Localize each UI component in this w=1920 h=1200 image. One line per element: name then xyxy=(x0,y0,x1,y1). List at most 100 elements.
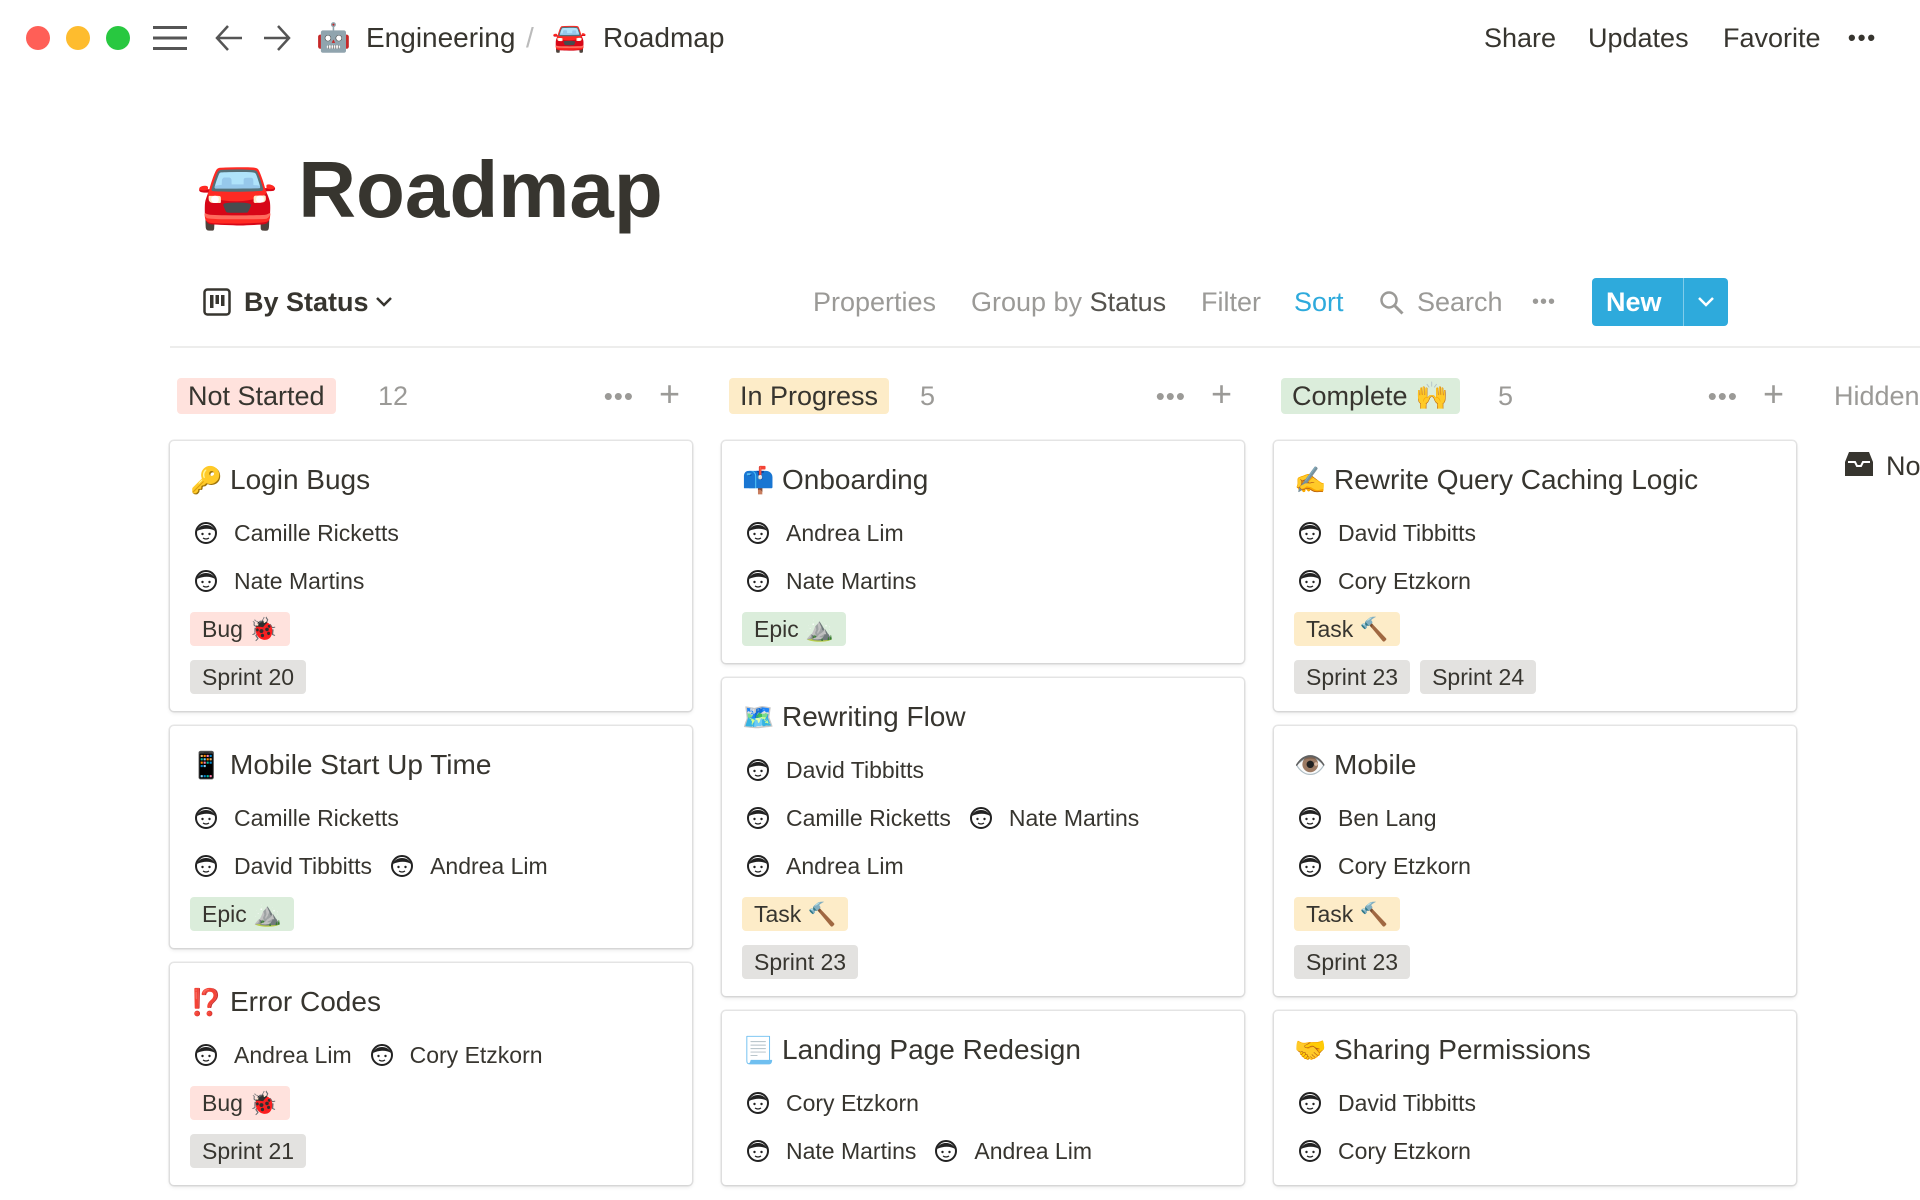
more-options-button[interactable]: ••• xyxy=(1848,20,1877,56)
updates-button[interactable]: Updates xyxy=(1588,20,1689,56)
assignee-row: David Tibbitts xyxy=(1294,1079,1776,1127)
properties-button[interactable]: Properties xyxy=(813,284,936,320)
card-rewriting-flow[interactable]: 🗺️ Rewriting Flow David Tibbitts Camille Ri… xyxy=(722,678,1244,996)
favorite-button[interactable]: Favorite xyxy=(1723,20,1821,56)
new-button-group: New xyxy=(1592,278,1728,326)
type-row: Task 🔨 xyxy=(1294,890,1776,938)
column-more-button[interactable]: ••• xyxy=(1156,378,1186,414)
sprint-row: Sprint 23 xyxy=(1294,938,1776,986)
assignee-name: David Tibbitts xyxy=(1338,519,1477,546)
card-error-codes[interactable]: ⁉️ Error Codes Andrea Lim Cory Etzkorn Bug 🐞… xyxy=(170,963,692,1185)
type-tag-epic: Epic ⛰️ xyxy=(190,897,294,931)
menu-icon[interactable] xyxy=(153,24,187,52)
avatar-icon xyxy=(195,522,217,544)
type-tag-task: Task 🔨 xyxy=(742,897,849,931)
card-title: 🤝 Sharing Permissions xyxy=(1294,1031,1776,1069)
hidden-columns-label: Hidden xyxy=(1834,381,1920,411)
type-tag-task: Task 🔨 xyxy=(1294,897,1401,931)
filter-button[interactable]: Filter xyxy=(1201,284,1261,320)
avatar-icon xyxy=(935,1140,958,1162)
assignee-row: David Tibbitts xyxy=(742,746,1224,794)
hidden-group-no-status[interactable]: No Status xyxy=(1886,448,1920,484)
search-button[interactable]: Search xyxy=(1417,284,1503,320)
view-selector[interactable]: By Status xyxy=(244,284,369,320)
sprint-tag: Sprint 20 xyxy=(190,660,307,694)
assignee-name: Andrea Lim xyxy=(430,852,548,879)
column-add-button[interactable]: + xyxy=(1211,374,1232,414)
assignee-name: Cory Etzkorn xyxy=(409,1041,543,1068)
card-icon: 🤝 xyxy=(1294,1035,1327,1065)
column-status-label[interactable]: Not Started xyxy=(177,378,336,414)
avatar-icon xyxy=(1299,570,1321,592)
assignee-name: David Tibbitts xyxy=(786,756,925,783)
new-dropdown-chevron-icon[interactable] xyxy=(1696,294,1716,310)
assignee-row: Andrea Lim Cory Etzkorn xyxy=(190,1031,672,1079)
breadcrumb-roadmap-icon: 🚘 xyxy=(552,22,587,53)
back-arrow-icon[interactable] xyxy=(214,23,244,53)
column-add-button[interactable]: + xyxy=(659,374,680,414)
card-icon: ✍️ xyxy=(1294,465,1327,495)
card-sharing-permissions[interactable]: 🤝 Sharing Permissions David Tibbitts Cory E… xyxy=(1274,1011,1796,1185)
button-divider xyxy=(1683,278,1684,326)
assignee-row: Cory Etzkorn xyxy=(1294,1127,1776,1175)
assignee-name: Andrea Lim xyxy=(974,1137,1092,1164)
assignee: Cory Etzkorn xyxy=(366,1041,543,1069)
type-row: Epic ⛰️ xyxy=(742,605,1224,653)
card-mobile[interactable]: 👁️ Mobile Ben Lang Cory Etzkorn Task 🔨 Sprint… xyxy=(1274,726,1796,996)
column-header: Complete 🙌 5 ••• + xyxy=(1274,374,1796,418)
card-login-bugs[interactable]: 🔑 Login Bugs Camille Ricketts Nate Martins B… xyxy=(170,441,692,711)
avatar-icon xyxy=(747,1140,769,1162)
card-icon: 🔑 xyxy=(190,465,223,495)
card-title: 📱 Mobile Start Up Time xyxy=(190,746,672,784)
group-by-button[interactable]: Group by Status xyxy=(971,284,1166,320)
assignee-row: Cory Etzkorn xyxy=(1294,557,1776,605)
type-row: Epic ⛰️ xyxy=(190,890,672,938)
search-icon[interactable] xyxy=(1379,290,1405,316)
toolbar-more-button[interactable]: ••• xyxy=(1532,284,1556,320)
chevron-down-icon[interactable] xyxy=(374,294,394,310)
column-in-progress: In Progress 5 ••• + 📫 Onboarding Andrea Li… xyxy=(722,374,1244,1185)
forward-arrow-icon[interactable] xyxy=(262,23,292,53)
share-button[interactable]: Share xyxy=(1484,20,1556,56)
column-more-button[interactable]: ••• xyxy=(1708,378,1738,414)
card-title: 🗺️ Rewriting Flow xyxy=(742,698,1224,736)
assignee: Andrea Lim xyxy=(190,1041,352,1069)
page-icon[interactable]: 🚘 xyxy=(196,157,278,231)
column-complete: Complete 🙌 5 ••• + ✍️ Rewrite Query Cachi… xyxy=(1274,374,1796,1185)
card-title: 📃 Landing Page Redesign xyxy=(742,1031,1224,1069)
assignee-name: Cory Etzkorn xyxy=(1338,567,1471,594)
card-title-text: Mobile xyxy=(1334,749,1417,780)
breadcrumb-engineering[interactable]: Engineering xyxy=(366,20,515,56)
sprint-tag: Sprint 24 xyxy=(1420,660,1537,694)
minimize-window-button[interactable] xyxy=(66,26,90,50)
card-landing-page-redesign[interactable]: 📃 Landing Page Redesign Cory Etzkorn Nate M… xyxy=(722,1011,1244,1185)
column-more-button[interactable]: ••• xyxy=(604,378,634,414)
assignee: Nate Martins xyxy=(742,1137,916,1165)
assignee-name: Camille Ricketts xyxy=(234,804,399,831)
card-title-text: Login Bugs xyxy=(230,464,371,495)
column-status-label[interactable]: Complete 🙌 xyxy=(1281,378,1460,414)
assignee-row: Nate Martins Andrea Lim xyxy=(742,1127,1224,1175)
assignee-row: Nate Martins xyxy=(742,557,1224,605)
new-button[interactable]: New xyxy=(1606,284,1662,320)
column-count: 5 xyxy=(920,381,936,411)
assignee-row: David Tibbitts Andrea Lim xyxy=(190,842,672,890)
type-row: Task 🔨 xyxy=(1294,605,1776,653)
card-onboarding[interactable]: 📫 Onboarding Andrea Lim Nate Martins Epic ⛰️ xyxy=(722,441,1244,663)
assignee-row: Camille Ricketts xyxy=(190,509,672,557)
assignee: David Tibbitts xyxy=(1294,1089,1476,1117)
assignee: Cory Etzkorn xyxy=(1294,1137,1471,1165)
assignee-row: Andrea Lim xyxy=(742,842,1224,890)
breadcrumb-roadmap[interactable]: Roadmap xyxy=(603,20,724,56)
maximize-window-button[interactable] xyxy=(106,26,130,50)
close-window-button[interactable] xyxy=(26,26,50,50)
sort-button[interactable]: Sort xyxy=(1294,284,1344,320)
card-mobile-start-up-time[interactable]: 📱 Mobile Start Up Time Camille Ricketts Dav… xyxy=(170,726,692,948)
avatar-icon xyxy=(747,522,769,544)
card-title: 👁️ Mobile xyxy=(1294,746,1776,784)
card-rewrite-query-caching-logic[interactable]: ✍️ Rewrite Query Caching Logic David Tibbi… xyxy=(1274,441,1796,711)
type-tag-epic: Epic ⛰️ xyxy=(742,612,846,646)
column-status-label[interactable]: In Progress xyxy=(729,378,890,414)
column-add-button[interactable]: + xyxy=(1763,374,1784,414)
assignee: David Tibbitts xyxy=(742,756,924,784)
